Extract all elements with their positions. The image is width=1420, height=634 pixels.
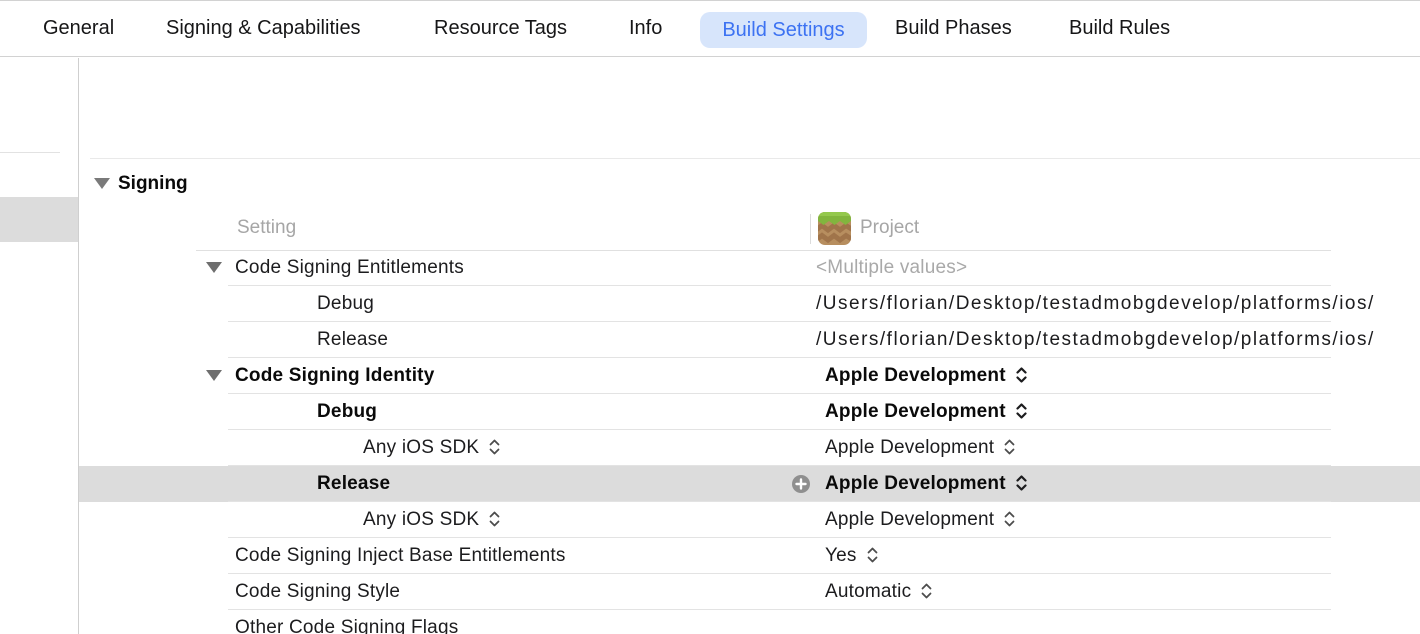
dropdown-stepper-icon[interactable] [1014, 366, 1029, 384]
column-divider[interactable] [810, 214, 811, 244]
table-row[interactable]: Code Signing Entitlements <Multiple value… [79, 250, 1420, 286]
setting-value[interactable]: Apple Development [825, 394, 1029, 430]
dropdown-stepper-icon[interactable] [865, 546, 880, 564]
setting-label: Code Signing Inject Base Entitlements [235, 538, 566, 574]
setting-value[interactable]: Apple Development [825, 430, 1017, 466]
setting-label: Any iOS SDK [363, 502, 502, 538]
dropdown-stepper-icon[interactable] [1002, 510, 1017, 528]
dropdown-stepper-icon[interactable] [919, 582, 934, 600]
table-row[interactable]: Other Code Signing Flags [79, 610, 1420, 634]
tab-build-rules[interactable]: Build Rules [1069, 1, 1170, 56]
column-header-project[interactable]: Project [860, 206, 919, 250]
dropdown-stepper-icon[interactable] [1002, 438, 1017, 456]
setting-value[interactable]: Apple Development [825, 466, 1029, 502]
setting-value: <Multiple values> [816, 250, 967, 286]
xcode-build-settings-pane: General Signing & Capabilities Resource … [0, 0, 1420, 634]
sidebar-selected-item[interactable] [0, 197, 78, 242]
table-row[interactable]: Debug/Users/florian/Desktop/testadmobgde… [79, 286, 1420, 322]
table-row[interactable]: Code Signing Identity Apple Development [79, 358, 1420, 394]
setting-value[interactable]: /Users/florian/Desktop/testadmobgdevelop… [816, 286, 1375, 322]
project-tab-bar: General Signing & Capabilities Resource … [0, 0, 1420, 57]
table-row[interactable]: Any iOS SDK Apple Development [79, 502, 1420, 538]
disclosure-triangle-icon[interactable] [206, 370, 222, 381]
settings-rows: Code Signing Entitlements <Multiple value… [79, 250, 1420, 634]
dropdown-stepper-icon[interactable] [487, 510, 502, 528]
setting-label: Debug [317, 286, 374, 322]
content-top-divider [90, 158, 1420, 159]
setting-value[interactable]: /Users/florian/Desktop/testadmobgdevelop… [816, 322, 1375, 358]
setting-label: Code Signing Entitlements [235, 250, 464, 286]
setting-label: Other Code Signing Flags [235, 610, 458, 634]
setting-value[interactable]: Yes [825, 538, 880, 574]
setting-label: Release [317, 466, 390, 502]
tab-general[interactable]: General [43, 1, 114, 56]
table-row[interactable]: Debug Apple Development [79, 394, 1420, 430]
table-row[interactable]: Any iOS SDK Apple Development [79, 430, 1420, 466]
tab-info[interactable]: Info [629, 1, 662, 56]
setting-value[interactable]: Apple Development [825, 358, 1029, 394]
dropdown-stepper-icon[interactable] [487, 438, 502, 456]
dropdown-stepper-icon[interactable] [1014, 474, 1029, 492]
setting-label: Any iOS SDK [363, 430, 502, 466]
navigator-sidebar-strip [0, 58, 79, 634]
setting-label: Release [317, 322, 388, 358]
add-override-button[interactable] [792, 475, 810, 493]
disclosure-triangle-icon[interactable] [94, 178, 110, 189]
setting-value[interactable]: Apple Development [825, 502, 1017, 538]
section-title: Signing [118, 170, 188, 198]
disclosure-triangle-icon[interactable] [206, 262, 222, 273]
table-header-row: Setting Project [79, 206, 1420, 250]
project-icon [818, 212, 851, 245]
table-row[interactable]: Code Signing Style Automatic [79, 574, 1420, 610]
column-header-setting[interactable]: Setting [237, 206, 296, 250]
table-row[interactable]: Release/Users/florian/Desktop/testadmobg… [79, 322, 1420, 358]
setting-label: Debug [317, 394, 377, 430]
sidebar-divider [0, 152, 60, 153]
table-row[interactable]: Code Signing Inject Base Entitlements Yes [79, 538, 1420, 574]
tab-build-settings[interactable]: Build Settings [700, 12, 867, 48]
setting-label: Code Signing Style [235, 574, 400, 610]
build-settings-table: Signing Setting Project Code Signing Ent… [79, 58, 1420, 634]
table-row[interactable]: Release Apple Development [79, 466, 1420, 502]
setting-label: Code Signing Identity [235, 358, 434, 394]
tab-resource-tags[interactable]: Resource Tags [434, 1, 567, 56]
dropdown-stepper-icon[interactable] [1014, 402, 1029, 420]
tab-build-phases[interactable]: Build Phases [895, 1, 1012, 56]
tab-signing-capabilities[interactable]: Signing & Capabilities [166, 1, 361, 56]
setting-value[interactable]: Automatic [825, 574, 934, 610]
